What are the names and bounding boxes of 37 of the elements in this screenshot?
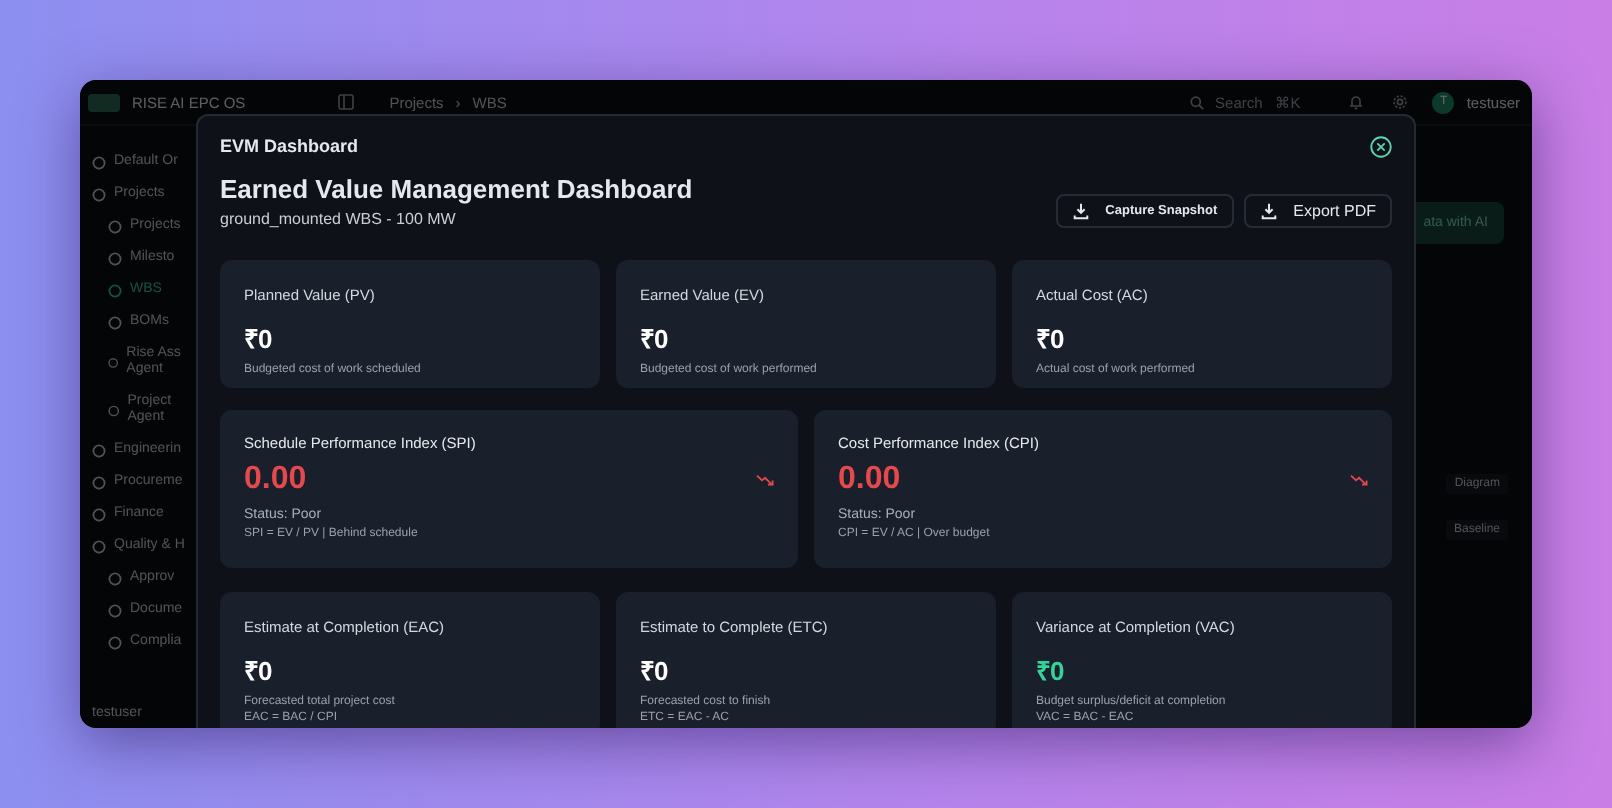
circle-icon [92, 155, 106, 169]
circle-icon [92, 443, 106, 457]
download-icon [1071, 202, 1090, 220]
circle-icon [108, 403, 120, 417]
metric-value: ₹0 [1036, 654, 1067, 688]
app-logo [88, 93, 120, 111]
circle-icon [92, 187, 106, 201]
metric-value: ₹0 [640, 322, 671, 356]
circle-icon [108, 635, 122, 649]
search-icon [1189, 95, 1204, 109]
index-value: 0.00 [838, 462, 901, 498]
circle-icon [92, 507, 106, 521]
circle-icon [92, 539, 106, 553]
circle-icon [108, 571, 122, 585]
dashboard-subtitle: ground_mounted WBS - 100 MW [220, 210, 458, 228]
settings-icon[interactable] [1392, 94, 1409, 110]
circle-icon [108, 315, 122, 329]
export-button[interactable]: Export PDF [1243, 194, 1392, 228]
circle-icon [108, 283, 122, 297]
circle-icon [108, 251, 122, 265]
circle-icon [108, 355, 119, 369]
trend-down-icon [1350, 474, 1368, 486]
circle-icon [92, 475, 106, 489]
close-icon[interactable] [1370, 135, 1392, 157]
circle-icon [108, 603, 122, 617]
metric-value: ₹0 [1036, 322, 1067, 356]
metric-value: ₹0 [244, 322, 275, 356]
index-value: 0.00 [244, 462, 307, 498]
dashboard-heading: Earned Value Management Dashboard [220, 174, 693, 204]
dialog-title: EVM Dashboard [220, 136, 359, 156]
download-icon [1259, 202, 1278, 220]
bell-icon[interactable] [1348, 94, 1365, 110]
metric-value: ₹0 [640, 654, 671, 688]
trend-down-icon [756, 474, 774, 486]
sidebar-toggle-icon[interactable] [337, 94, 354, 110]
circle-icon [108, 219, 122, 233]
metric-value: ₹0 [244, 654, 275, 688]
